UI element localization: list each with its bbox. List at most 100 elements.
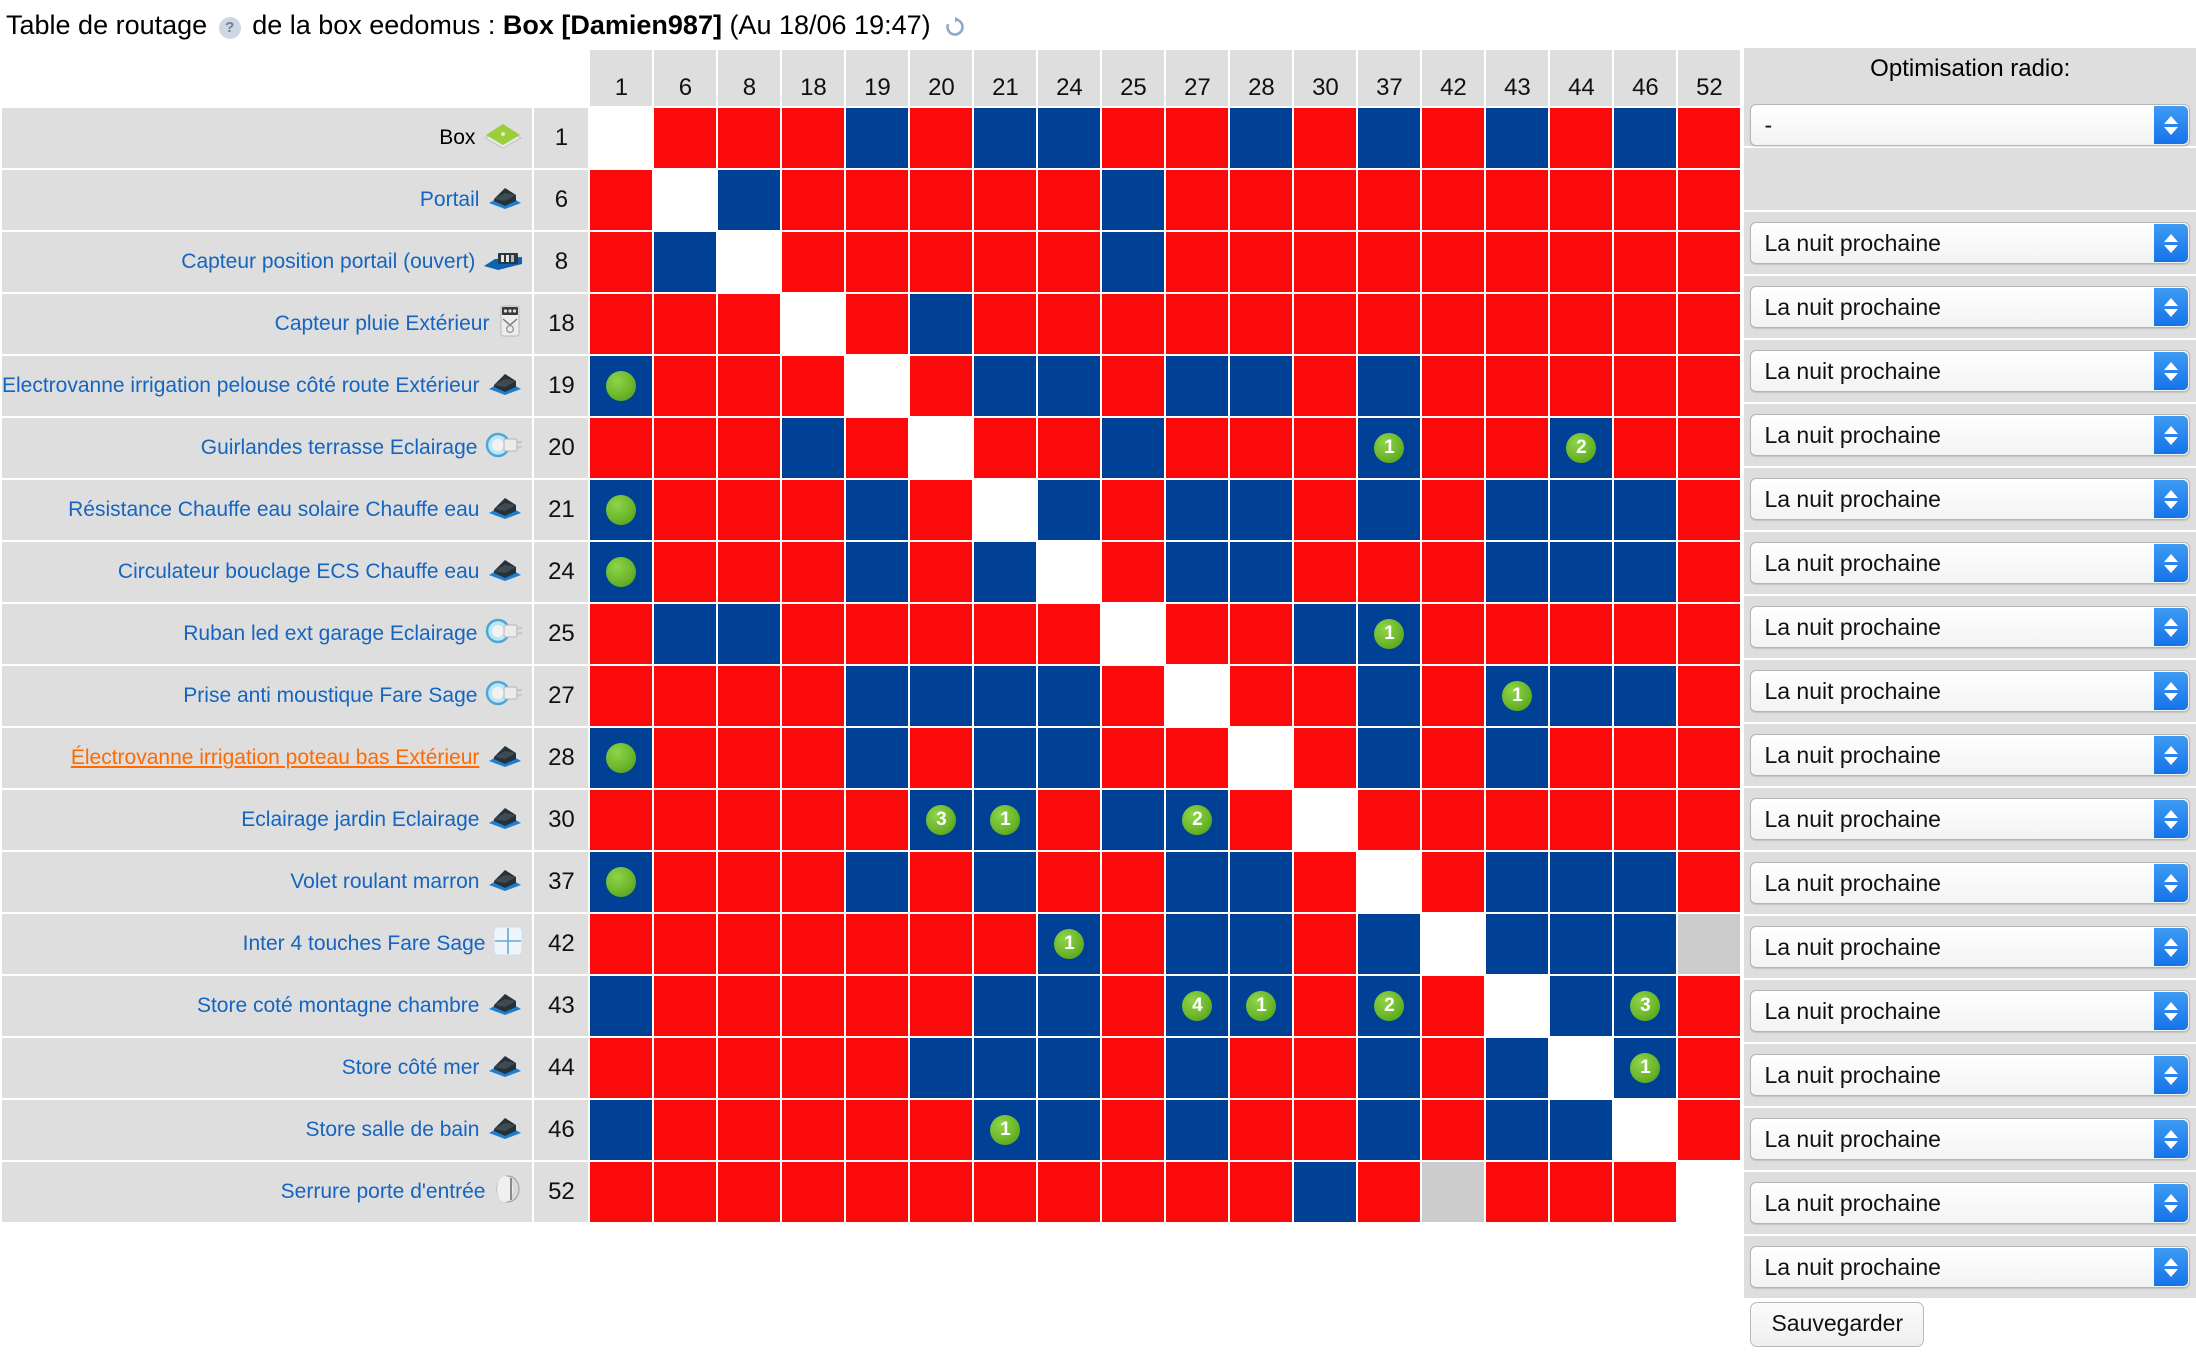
matrix-cell-8-25[interactable] xyxy=(1102,232,1165,292)
optimisation-select-6[interactable]: La nuit prochaine xyxy=(1750,222,2190,264)
matrix-cell-24-43[interactable] xyxy=(1486,542,1549,602)
matrix-cell-18-42[interactable] xyxy=(1422,294,1485,354)
matrix-cell-43-28[interactable]: 1 xyxy=(1230,976,1293,1036)
matrix-cell-30-24[interactable] xyxy=(1038,790,1101,850)
matrix-cell-1-21[interactable] xyxy=(974,108,1037,168)
matrix-cell-6-52[interactable] xyxy=(1678,170,1741,230)
matrix-cell-30-21[interactable]: 1 xyxy=(974,790,1037,850)
matrix-cell-20-19[interactable] xyxy=(846,418,909,478)
row-label-text[interactable]: Volet roulant marron xyxy=(290,870,479,893)
matrix-cell-46-44[interactable] xyxy=(1550,1100,1613,1160)
matrix-cell-21-30[interactable] xyxy=(1294,480,1357,540)
matrix-cell-18-25[interactable] xyxy=(1102,294,1165,354)
matrix-cell-37-24[interactable] xyxy=(1038,852,1101,912)
optimisation-select-46[interactable]: La nuit prochaine xyxy=(1750,1182,2190,1224)
matrix-cell-27-21[interactable] xyxy=(974,666,1037,726)
matrix-cell-28-24[interactable] xyxy=(1038,728,1101,788)
row-label-text[interactable]: Store coté montagne chambre xyxy=(197,994,480,1017)
matrix-cell-1-43[interactable] xyxy=(1486,108,1549,168)
matrix-cell-43-19[interactable] xyxy=(846,976,909,1036)
matrix-cell-20-25[interactable] xyxy=(1102,418,1165,478)
matrix-cell-44-52[interactable] xyxy=(1678,1038,1741,1098)
matrix-cell-21-28[interactable] xyxy=(1230,480,1293,540)
matrix-cell-6-8[interactable] xyxy=(718,170,781,230)
matrix-cell-27-20[interactable] xyxy=(910,666,973,726)
matrix-cell-18-19[interactable] xyxy=(846,294,909,354)
matrix-cell-37-52[interactable] xyxy=(1678,852,1741,912)
matrix-cell-27-28[interactable] xyxy=(1230,666,1293,726)
matrix-cell-43-6[interactable] xyxy=(654,976,717,1036)
matrix-cell-21-6[interactable] xyxy=(654,480,717,540)
matrix-cell-24-24[interactable] xyxy=(1038,542,1101,602)
matrix-cell-42-18[interactable] xyxy=(782,914,845,974)
matrix-cell-18-20[interactable] xyxy=(910,294,973,354)
matrix-cell-46-43[interactable] xyxy=(1486,1100,1549,1160)
matrix-cell-18-21[interactable] xyxy=(974,294,1037,354)
matrix-cell-19-42[interactable] xyxy=(1422,356,1485,416)
matrix-cell-44-27[interactable] xyxy=(1166,1038,1229,1098)
matrix-cell-37-25[interactable] xyxy=(1102,852,1165,912)
matrix-cell-43-43[interactable] xyxy=(1486,976,1549,1036)
matrix-cell-52-42[interactable] xyxy=(1422,1162,1485,1222)
matrix-cell-28-37[interactable] xyxy=(1358,728,1421,788)
optimisation-select-25[interactable]: La nuit prochaine xyxy=(1750,670,2190,712)
matrix-cell-21-8[interactable] xyxy=(718,480,781,540)
matrix-cell-24-18[interactable] xyxy=(782,542,845,602)
matrix-cell-52-24[interactable] xyxy=(1038,1162,1101,1222)
matrix-cell-19-30[interactable] xyxy=(1294,356,1357,416)
matrix-cell-42-46[interactable] xyxy=(1614,914,1677,974)
matrix-cell-44-43[interactable] xyxy=(1486,1038,1549,1098)
matrix-cell-52-52[interactable] xyxy=(1678,1162,1741,1222)
matrix-cell-43-44[interactable] xyxy=(1550,976,1613,1036)
matrix-cell-28-25[interactable] xyxy=(1102,728,1165,788)
matrix-cell-18-52[interactable] xyxy=(1678,294,1741,354)
matrix-cell-42-44[interactable] xyxy=(1550,914,1613,974)
matrix-cell-1-25[interactable] xyxy=(1102,108,1165,168)
matrix-cell-43-1[interactable] xyxy=(590,976,653,1036)
matrix-cell-27-6[interactable] xyxy=(654,666,717,726)
save-button[interactable]: Sauvegarder xyxy=(1750,1302,1925,1347)
matrix-cell-44-21[interactable] xyxy=(974,1038,1037,1098)
matrix-cell-1-42[interactable] xyxy=(1422,108,1485,168)
matrix-cell-6-44[interactable] xyxy=(1550,170,1613,230)
matrix-cell-28-6[interactable] xyxy=(654,728,717,788)
matrix-cell-21-1[interactable] xyxy=(590,480,653,540)
matrix-cell-28-30[interactable] xyxy=(1294,728,1357,788)
matrix-cell-28-18[interactable] xyxy=(782,728,845,788)
matrix-cell-20-18[interactable] xyxy=(782,418,845,478)
matrix-cell-18-6[interactable] xyxy=(654,294,717,354)
matrix-cell-21-19[interactable] xyxy=(846,480,909,540)
matrix-cell-21-37[interactable] xyxy=(1358,480,1421,540)
matrix-cell-19-19[interactable] xyxy=(846,356,909,416)
matrix-cell-25-6[interactable] xyxy=(654,604,717,664)
matrix-cell-24-27[interactable] xyxy=(1166,542,1229,602)
matrix-cell-19-1[interactable] xyxy=(590,356,653,416)
matrix-cell-46-8[interactable] xyxy=(718,1100,781,1160)
matrix-cell-25-46[interactable] xyxy=(1614,604,1677,664)
optimisation-select-20[interactable]: La nuit prochaine xyxy=(1750,478,2190,520)
matrix-cell-21-18[interactable] xyxy=(782,480,845,540)
row-label-text[interactable]: Circulateur bouclage ECS Chauffe eau xyxy=(118,560,480,583)
optimisation-select-8[interactable]: La nuit prochaine xyxy=(1750,286,2190,328)
matrix-cell-46-24[interactable] xyxy=(1038,1100,1101,1160)
matrix-cell-18-43[interactable] xyxy=(1486,294,1549,354)
matrix-cell-1-30[interactable] xyxy=(1294,108,1357,168)
matrix-cell-30-18[interactable] xyxy=(782,790,845,850)
matrix-cell-44-1[interactable] xyxy=(590,1038,653,1098)
matrix-cell-25-21[interactable] xyxy=(974,604,1037,664)
matrix-cell-42-30[interactable] xyxy=(1294,914,1357,974)
matrix-cell-8-24[interactable] xyxy=(1038,232,1101,292)
matrix-cell-44-6[interactable] xyxy=(654,1038,717,1098)
matrix-cell-42-43[interactable] xyxy=(1486,914,1549,974)
matrix-cell-37-44[interactable] xyxy=(1550,852,1613,912)
row-label-text[interactable]: Guirlandes terrasse Eclairage xyxy=(201,436,478,459)
matrix-cell-24-1[interactable] xyxy=(590,542,653,602)
matrix-cell-20-44[interactable]: 2 xyxy=(1550,418,1613,478)
matrix-cell-6-20[interactable] xyxy=(910,170,973,230)
matrix-cell-44-42[interactable] xyxy=(1422,1038,1485,1098)
matrix-cell-43-27[interactable]: 4 xyxy=(1166,976,1229,1036)
matrix-cell-43-21[interactable] xyxy=(974,976,1037,1036)
matrix-cell-37-43[interactable] xyxy=(1486,852,1549,912)
matrix-cell-24-21[interactable] xyxy=(974,542,1037,602)
matrix-cell-42-52[interactable] xyxy=(1678,914,1741,974)
